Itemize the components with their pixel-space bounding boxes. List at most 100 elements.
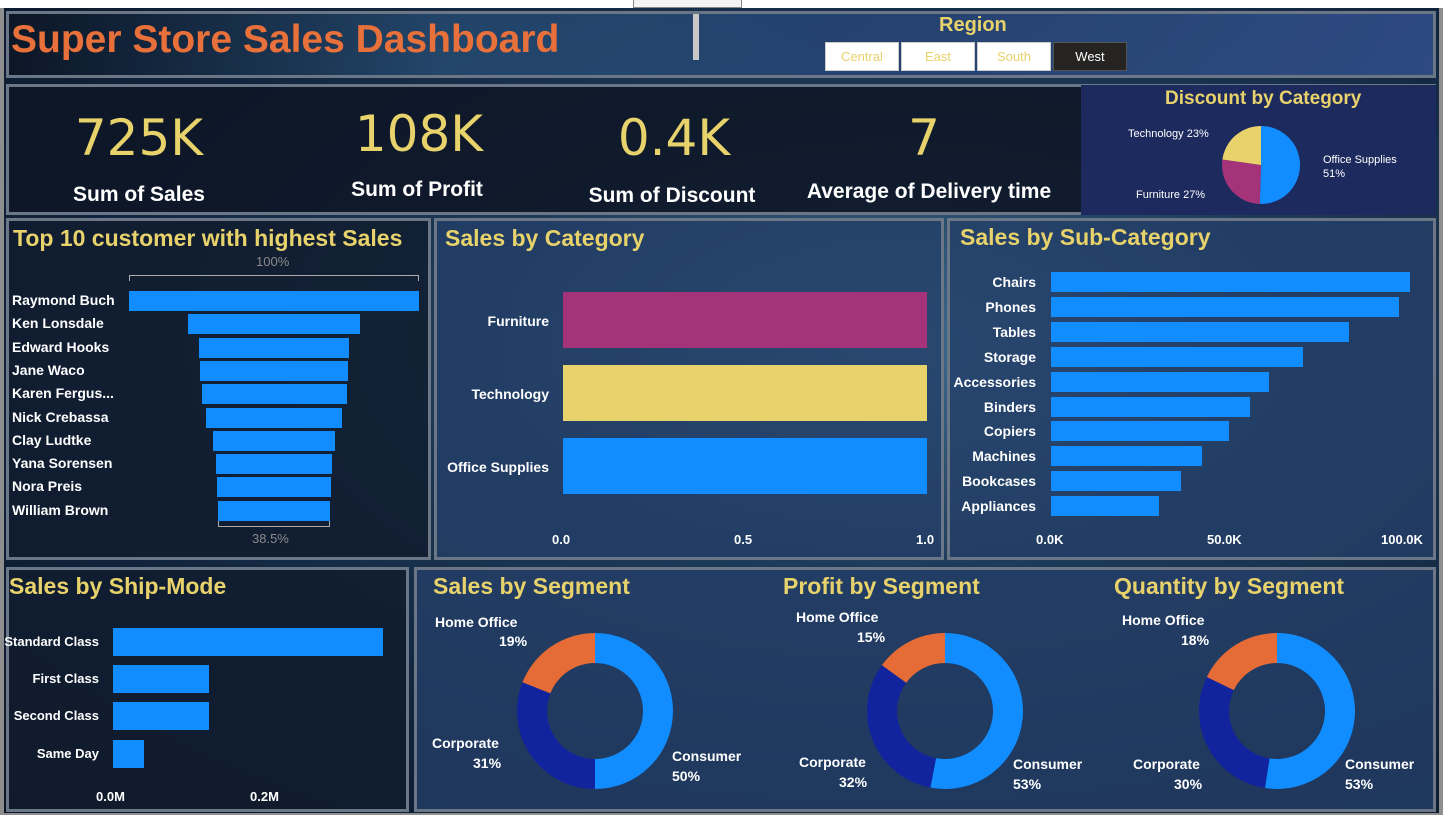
customer-label: Raymond Buch — [12, 292, 115, 308]
category-bar[interactable] — [563, 292, 927, 348]
subcategory-bar[interactable] — [1051, 272, 1410, 292]
segment-0-donut-slice-1[interactable] — [517, 682, 595, 789]
top10-chart-title: Top 10 customer with highest Sales — [13, 225, 403, 251]
shipmode-bar[interactable] — [113, 740, 144, 768]
header-panel: Super Store Sales Dashboard Region Centr… — [6, 11, 1436, 78]
customer-label: Clay Ludtke — [12, 431, 92, 448]
window-top-strip — [0, 0, 1443, 8]
funnel-top-bracket — [129, 275, 419, 281]
sales-by-category-panel: Sales by Category Furniture Technology Off… — [434, 218, 944, 560]
segment-0-donut-slice-0[interactable] — [595, 633, 673, 789]
segment-pct-home-office: 15% — [857, 629, 886, 645]
segment-2-donut-slice-0[interactable] — [1264, 633, 1355, 789]
kpi-sales-label: Sum of Sales — [73, 183, 205, 206]
category-bar[interactable] — [563, 438, 927, 494]
segment-1-donut-slice-1[interactable] — [867, 665, 937, 788]
segment-label-home-office: Home Office — [796, 609, 879, 625]
discount-label-furniture: Furniture 27% — [1136, 189, 1205, 201]
subcategory-bar[interactable] — [1051, 471, 1181, 492]
customer-bar[interactable] — [129, 291, 419, 311]
customer-label: Edward Hooks — [12, 338, 110, 355]
customer-bar[interactable] — [200, 360, 348, 381]
customer-label: Yana Sorensen — [12, 455, 113, 472]
category-xtick: 1.0 — [916, 532, 935, 547]
subcategory-bar[interactable] — [1051, 421, 1229, 442]
segment-pct-home-office: 18% — [1181, 632, 1210, 648]
segment-panel: Sales by Segment Profit by Segment Quant… — [414, 567, 1436, 812]
customer-bar[interactable] — [198, 337, 350, 358]
customer-label: Nick Crebassa — [12, 408, 109, 425]
region-option-east[interactable]: East — [901, 42, 975, 71]
discount-label-office-supplies: Office Supplies — [1323, 154, 1397, 166]
window-tab[interactable] — [633, 0, 742, 8]
subcategory-bar[interactable] — [1051, 321, 1350, 342]
region-option-west[interactable]: West — [1053, 42, 1127, 71]
category-bar[interactable] — [563, 365, 927, 421]
category-chart-title: Sales by Category — [445, 225, 645, 251]
segment-pct-consumer: 53% — [1345, 776, 1374, 792]
customer-label: Jane Waco — [12, 361, 85, 378]
subcategory-bar[interactable] — [1051, 371, 1270, 392]
customer-label: Karen Fergus... — [12, 385, 114, 402]
segment-pct-corporate: 30% — [1174, 776, 1203, 792]
customer-label: Ken Lonsdale — [12, 315, 104, 332]
region-option-central[interactable]: Central — [825, 42, 899, 71]
shipmode-bar[interactable] — [113, 665, 209, 693]
subcategory-bar[interactable] — [1051, 296, 1399, 317]
subcategory-label: Accessories — [953, 373, 1036, 390]
customer-label: Nora Preis — [12, 478, 83, 495]
subcategory-chart-title: Sales by Sub-Category — [960, 224, 1211, 250]
sales-by-subcategory-panel: Sales by Sub-Category Chairs Phones Tables… — [947, 218, 1436, 560]
kpi-profit-label: Sum of Profit — [351, 178, 483, 201]
shipmode-label: Same Day — [36, 746, 99, 761]
segment-label-home-office: Home Office — [1122, 612, 1205, 628]
funnel-bottom-bracket — [218, 521, 330, 527]
customer-bar[interactable] — [216, 454, 332, 475]
region-option-south[interactable]: South — [977, 42, 1051, 71]
subcategory-xtick: 0.0K — [1036, 532, 1064, 547]
segment-label-corporate: Corporate — [432, 735, 499, 751]
kpi-profit-value: 108K — [354, 105, 484, 163]
subcategory-bar[interactable] — [1051, 496, 1160, 517]
customer-bar[interactable] — [188, 314, 360, 335]
subcategory-bar[interactable] — [1051, 396, 1250, 417]
kpi-sales-value: 725K — [74, 109, 204, 167]
customer-bar[interactable] — [217, 477, 331, 498]
segment-0-donut-slice-2[interactable] — [522, 633, 595, 694]
segment-2-donut-slice-1[interactable] — [1199, 677, 1270, 789]
shipmode-chart-title: Sales by Ship-Mode — [9, 573, 227, 599]
subcategory-bar[interactable] — [1051, 346, 1304, 367]
category-label: Office Supplies — [447, 459, 549, 475]
discount-pie-slice-2[interactable] — [1222, 126, 1261, 165]
funnel-bottom-label: 38.5% — [252, 531, 289, 546]
category-label: Furniture — [487, 313, 549, 329]
discount-label-technology: Technology 23% — [1128, 128, 1209, 140]
shipmode-xtick: 0.0M — [96, 789, 125, 804]
subcategory-xtick: 100.0K — [1381, 532, 1423, 547]
header-divider — [693, 14, 699, 60]
discount-pie-slice-0[interactable] — [1259, 126, 1300, 204]
shipmode-bar[interactable] — [113, 628, 383, 656]
segment-donut-charts: Home Office 19% Corporate 31% Consumer 50% Hom… — [432, 609, 1415, 792]
kpi-delivery-value: 7 — [908, 109, 940, 167]
category-xtick: 0.5 — [734, 532, 753, 547]
shipmode-label: Second Class — [13, 708, 99, 723]
customer-label: William Brown — [12, 501, 109, 518]
discount-pie-slice-1[interactable] — [1222, 159, 1261, 204]
funnel-top-label: 100% — [256, 254, 290, 269]
customer-bar[interactable] — [213, 430, 335, 451]
segment-pct-corporate: 31% — [473, 755, 502, 771]
customer-bar[interactable] — [218, 500, 330, 521]
segment-label-corporate: Corporate — [799, 754, 866, 770]
segment-label-consumer: Consumer — [672, 748, 742, 764]
segment-label-corporate: Corporate — [1133, 756, 1200, 772]
subcategory-bar[interactable] — [1051, 446, 1202, 467]
region-slicer-label: Region — [939, 14, 1007, 36]
segment-2-donut-slice-2[interactable] — [1206, 633, 1277, 691]
shipmode-bar[interactable] — [113, 702, 209, 730]
customer-bar[interactable] — [201, 384, 347, 405]
segment-label-consumer: Consumer — [1013, 756, 1083, 772]
subcategory-label: Machines — [972, 448, 1036, 465]
customer-bar[interactable] — [205, 407, 343, 428]
shipmode-label: Standard Class — [4, 634, 99, 649]
